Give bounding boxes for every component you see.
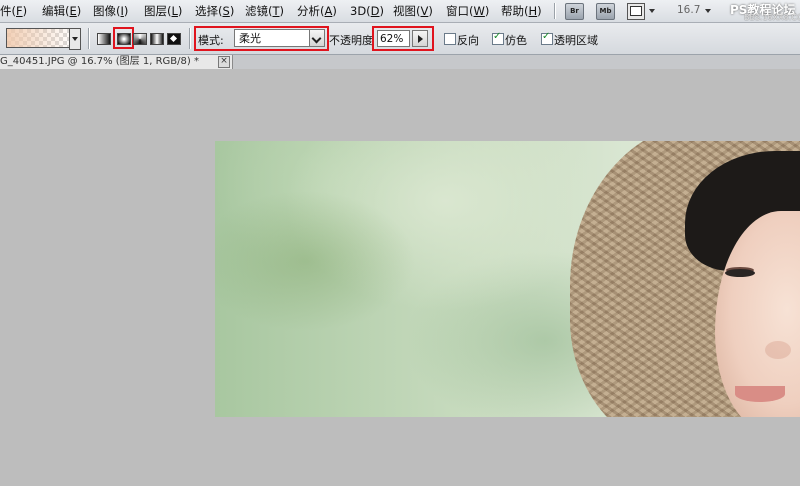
- reverse-label: 反向: [457, 34, 479, 47]
- zoom-dropdown-icon[interactable]: [705, 9, 711, 13]
- document-tab-bar: G_40451.JPG @ 16.7% (图层 1, RGB/8) * ×: [0, 55, 800, 69]
- gradient-picker-dropdown[interactable]: [69, 28, 81, 50]
- menu-edit[interactable]: 编辑(E): [42, 3, 81, 19]
- menu-select[interactable]: 选择(S): [195, 3, 234, 19]
- opacity-label: 不透明度: [329, 34, 373, 47]
- zoom-level[interactable]: 16.7: [677, 4, 700, 16]
- blend-mode-select[interactable]: 柔光: [234, 29, 310, 47]
- menu-help[interactable]: 帮助(H): [501, 3, 542, 19]
- photo-nose: [765, 341, 791, 359]
- menu-filter[interactable]: 滤镜(T): [245, 3, 284, 19]
- chevron-down-icon[interactable]: [309, 29, 325, 47]
- menu-analysis[interactable]: 分析(A): [297, 3, 337, 19]
- bridge-button[interactable]: Br: [565, 3, 584, 20]
- mini-bridge-button[interactable]: Mb: [596, 3, 615, 20]
- reflected-gradient-icon[interactable]: [150, 33, 164, 45]
- radial-gradient-highlight: [113, 27, 134, 49]
- close-icon[interactable]: ×: [218, 56, 230, 68]
- options-bar: 模式: 柔光 不透明度 62% 反向 仿色 透明区域: [0, 23, 800, 55]
- diamond-gradient-icon[interactable]: [167, 33, 181, 45]
- menu-layer[interactable]: 图层(L): [144, 3, 182, 19]
- menu-file[interactable]: 件(F): [0, 3, 27, 19]
- gradient-preview[interactable]: [6, 28, 76, 48]
- menu-window[interactable]: 窗口(W): [446, 3, 489, 19]
- menu-image[interactable]: 图像(I): [93, 3, 128, 19]
- menu-bar: 件(F) 编辑(E) 图像(I) 图层(L) 选择(S) 滤镜(T) 分析(A)…: [0, 0, 800, 23]
- photo-lips: [735, 386, 785, 402]
- watermark-url: BBS.16XX8.COM: [744, 13, 800, 22]
- menu-view[interactable]: 视图(V): [393, 3, 433, 19]
- document-title: G_40451.JPG @ 16.7% (图层 1, RGB/8) *: [0, 56, 199, 67]
- transparency-label: 透明区域: [554, 34, 598, 47]
- mode-label: 模式:: [198, 34, 224, 47]
- menu-divider: [554, 3, 555, 19]
- linear-gradient-icon[interactable]: [97, 33, 111, 45]
- menu-3d[interactable]: 3D(D): [350, 3, 384, 19]
- options-divider: [88, 28, 89, 49]
- transparency-checkbox[interactable]: [541, 31, 553, 45]
- opacity-slider-button[interactable]: [412, 30, 428, 47]
- dither-label: 仿色: [505, 34, 527, 47]
- options-divider: [189, 28, 190, 49]
- photo-eye: [725, 269, 755, 277]
- photo-canvas[interactable]: [215, 141, 800, 417]
- document-tab[interactable]: G_40451.JPG @ 16.7% (图层 1, RGB/8) * ×: [0, 55, 233, 69]
- opacity-input[interactable]: 62%: [377, 30, 410, 47]
- dither-checkbox[interactable]: [492, 31, 504, 45]
- reverse-checkbox[interactable]: [444, 33, 456, 45]
- angle-gradient-icon[interactable]: [133, 33, 147, 45]
- screen-mode-dropdown-icon[interactable]: [649, 9, 655, 13]
- screen-mode-icon[interactable]: [627, 3, 645, 20]
